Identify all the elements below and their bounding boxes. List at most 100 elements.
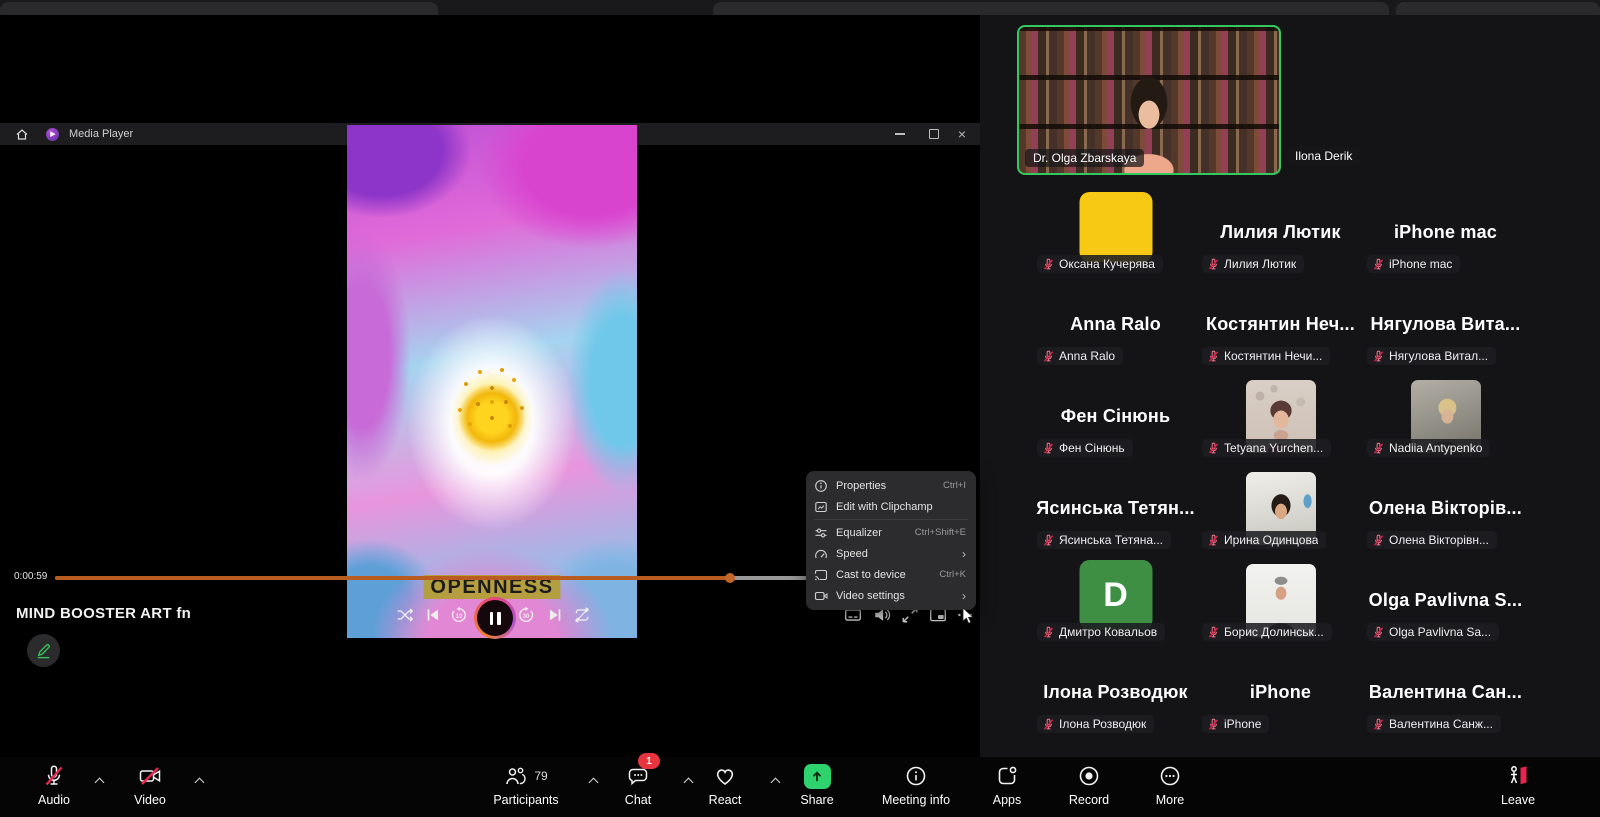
participant-tile[interactable]: Ілона РозводюкІлона Розводюк [1033,648,1198,736]
menu-item-label: Properties [836,480,935,492]
video-canvas[interactable] [347,125,637,638]
participant-name-text: Олена Вікторівн... [1389,533,1489,547]
participant-tile[interactable]: Костянтин Неч...Костянтин Нечи... [1198,280,1363,368]
seek-bar-fill [55,576,730,580]
participant-tile[interactable]: Anna RaloAnna Ralo [1033,280,1198,368]
participant-tile[interactable]: Олена Вікторів...Олена Вікторівн... [1363,464,1528,552]
apps-button[interactable]: Apps [970,757,1044,817]
participants-panel: Dr. Olga Zbarskaya Ilona Derik Оксана Ку… [980,15,1600,757]
maximize-button[interactable] [920,123,948,145]
participant-display-name: iPhone mac [1394,222,1497,243]
mic-muted-small-icon [1372,534,1385,547]
participant-name-label: Anna Ralo [1037,347,1123,365]
video-tile-active-speaker[interactable]: Dr. Olga Zbarskaya [1017,25,1281,175]
previous-track-button[interactable] [424,606,442,624]
menu-item-cast-to-device[interactable]: Cast to deviceCtrl+K [806,564,976,585]
participant-name-label: Ясинська Тетяна... [1037,531,1171,549]
mic-muted-small-icon [1207,350,1220,363]
background-window-tab[interactable] [713,2,1389,15]
close-button[interactable]: × [948,123,976,145]
repeat-off-button[interactable] [573,606,591,624]
next-track-button[interactable] [546,606,564,624]
participant-name-text: Валентина Санж... [1389,717,1493,731]
toolbar-icon-row: 79 [504,759,547,793]
participant-name-label: Нягулова Витал... [1367,347,1496,365]
top-window-strip [0,0,1600,15]
participant-name-label: Фен Сінюнь [1037,439,1133,457]
participant-tile[interactable]: DДмитро Ковальов [1033,556,1198,644]
mic-muted-small-icon [1372,626,1385,639]
menu-item-shortcut: Ctrl+K [939,569,966,580]
chat-button[interactable]: 1Chat [597,757,679,817]
participant-display-name: Olga Pavlivna S... [1369,590,1523,611]
seek-handle[interactable] [725,573,735,583]
record-button[interactable]: Record [1050,757,1128,817]
participant-name-label: Борис Долинськ... [1202,623,1332,641]
pause-button[interactable] [474,597,516,639]
player-context-menu: PropertiesCtrl+IEdit with Clipchamp Equal… [806,471,976,610]
participants-count: 79 [534,769,547,783]
menu-item-properties[interactable]: PropertiesCtrl+I [806,475,976,496]
meeting-info-button[interactable]: Meeting info [866,757,966,817]
participants-button[interactable]: 79Participants [468,757,584,817]
forward-30-icon: 30 [517,606,535,624]
annotate-button[interactable] [27,634,60,667]
menu-item-speed[interactable]: Speed› [806,543,976,564]
menu-item-label: Video settings [836,590,954,602]
elapsed-time: 0:00:59 [14,571,47,582]
participant-tile[interactable]: Оксана Кучерява [1033,188,1198,276]
participant-name-text: Оксана Кучерява [1059,257,1155,271]
mic-muted-small-icon [1207,442,1220,455]
participant-display-name: Фен Сінюнь [1061,406,1170,427]
mic-muted-small-icon [1042,442,1055,455]
share-button[interactable]: Share [779,757,855,817]
leave-icon [1506,764,1530,788]
participant-tile[interactable]: Фен Сінюнь Фен Сінюнь [1033,372,1198,460]
toolbar-button-label: More [1156,793,1184,807]
participant-tile[interactable]: Nadiia Antypenko [1363,372,1528,460]
react-button[interactable]: React [684,757,766,817]
participant-name-label: Dr. Olga Zbarskaya [1025,149,1144,167]
toolbar-button-label: Apps [993,793,1022,807]
participant-tile[interactable]: iPhone mac iPhone mac [1363,188,1528,276]
minimize-button[interactable] [886,123,914,145]
shuffle-button[interactable] [396,606,414,624]
menu-item-video-settings[interactable]: Video settings› [806,585,976,606]
forward-30-button[interactable]: 30 [517,606,535,624]
leave-button[interactable]: Leave [1478,757,1558,817]
participant-tile[interactable]: iPhoneiPhone [1198,648,1363,736]
more-button[interactable]: More [1132,757,1208,817]
toolbar-icon-row: 1 [626,759,650,793]
next-track-icon [546,606,564,624]
home-icon[interactable] [14,126,30,142]
participant-tile[interactable]: Лилия ЛютикЛилия Лютик [1198,188,1363,276]
camera-muted-icon [138,764,162,788]
shuffle-icon [396,606,414,624]
participant-name-label: Костянтин Нечи... [1202,347,1330,365]
participant-name-label: Валентина Санж... [1367,715,1501,733]
audio-button[interactable]: Audio [18,757,90,817]
background-window-tab[interactable] [0,2,438,15]
participant-name-label: Ilona Derik [1287,147,1360,165]
video-button[interactable]: Video [110,757,190,817]
menu-item-edit-with-clipchamp[interactable]: Edit with Clipchamp [806,496,976,517]
apps-icon [995,764,1019,788]
rewind-10-icon: 10 [450,606,468,624]
participant-tile[interactable]: Ясинська Тетян... Ясинська Тетяна... [1033,464,1198,552]
participant-display-name: Ясинська Тетян... [1036,498,1194,519]
participant-tile[interactable]: Валентина Сан...Валентина Санж... [1363,648,1528,736]
participant-tile[interactable]: Olga Pavlivna S...Olga Pavlivna Sa... [1363,556,1528,644]
participant-tile[interactable]: Tetyana Yurchen... [1198,372,1363,460]
participant-name-text: iPhone mac [1389,257,1452,271]
participant-tile[interactable]: Нягулова Вита...Нягулова Витал... [1363,280,1528,368]
repeat-off-icon [573,606,591,624]
chevron-up-icon[interactable] [96,779,104,787]
menu-item-equalizer[interactable]: EqualizerCtrl+Shift+E [806,522,976,543]
participant-name-label: Лилия Лютик [1202,255,1304,273]
participant-tile[interactable]: Ирина Одинцова [1198,464,1363,552]
video-tile[interactable]: Ilona Derik [1281,25,1541,171]
background-window-tab[interactable] [1396,2,1600,15]
participant-tile[interactable]: Борис Долинськ... [1198,556,1363,644]
chevron-up-icon[interactable] [196,779,204,787]
rewind-10-button[interactable]: 10 [450,606,468,624]
